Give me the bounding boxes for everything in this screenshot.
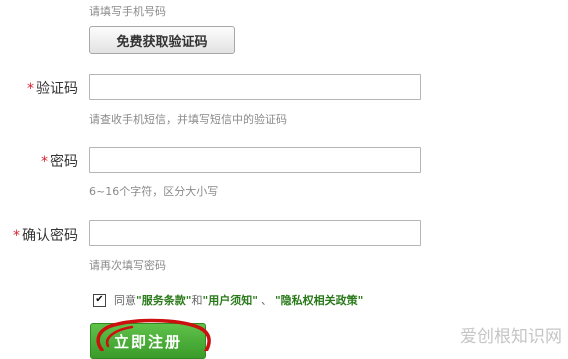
confirm-password-label: * 确认密码 — [13, 228, 78, 244]
register-button[interactable]: 立即注册 — [90, 323, 206, 359]
confirm-password-input[interactable] — [90, 221, 420, 245]
agreement-and: 和 — [191, 294, 203, 307]
phone-hint: 请填写手机号码 — [89, 5, 166, 18]
code-input[interactable] — [90, 75, 420, 99]
get-sms-code-label: 免费获取验证码 — [116, 34, 208, 50]
code-field[interactable] — [89, 74, 421, 100]
confirm-password-hint: 请再次填写密码 — [89, 259, 166, 272]
required-star: * — [13, 228, 20, 244]
password-label: * 密码 — [41, 154, 78, 170]
terms-link[interactable]: "服务条款" — [136, 292, 191, 308]
agreement-checkbox[interactable]: ✔ — [93, 293, 106, 307]
code-hint: 请查收手机短信，并填写短信中的验证码 — [89, 113, 287, 126]
password-input[interactable] — [90, 148, 420, 172]
site-watermark: 爱创根知识网 — [460, 327, 562, 347]
agreement-separator: 、 — [260, 294, 272, 307]
required-star: * — [27, 81, 34, 97]
register-label: 立即注册 — [113, 332, 182, 351]
agreement-row: ✔ 同意 "服务条款" 和 "用户须知" 、 "隐私权相关政策" — [93, 292, 363, 308]
password-field[interactable] — [89, 147, 421, 173]
agreement-prefix: 同意 — [114, 294, 136, 307]
get-sms-code-button[interactable]: 免费获取验证码 — [89, 26, 235, 54]
confirm-password-field[interactable] — [89, 220, 421, 246]
privacy-policy-link[interactable]: "隐私权相关政策" — [275, 292, 363, 308]
user-notice-link[interactable]: "用户须知" — [202, 292, 257, 308]
code-label: * 验证码 — [27, 81, 78, 97]
password-hint: 6~16个字符，区分大小写 — [89, 185, 219, 198]
required-star: * — [41, 154, 48, 170]
